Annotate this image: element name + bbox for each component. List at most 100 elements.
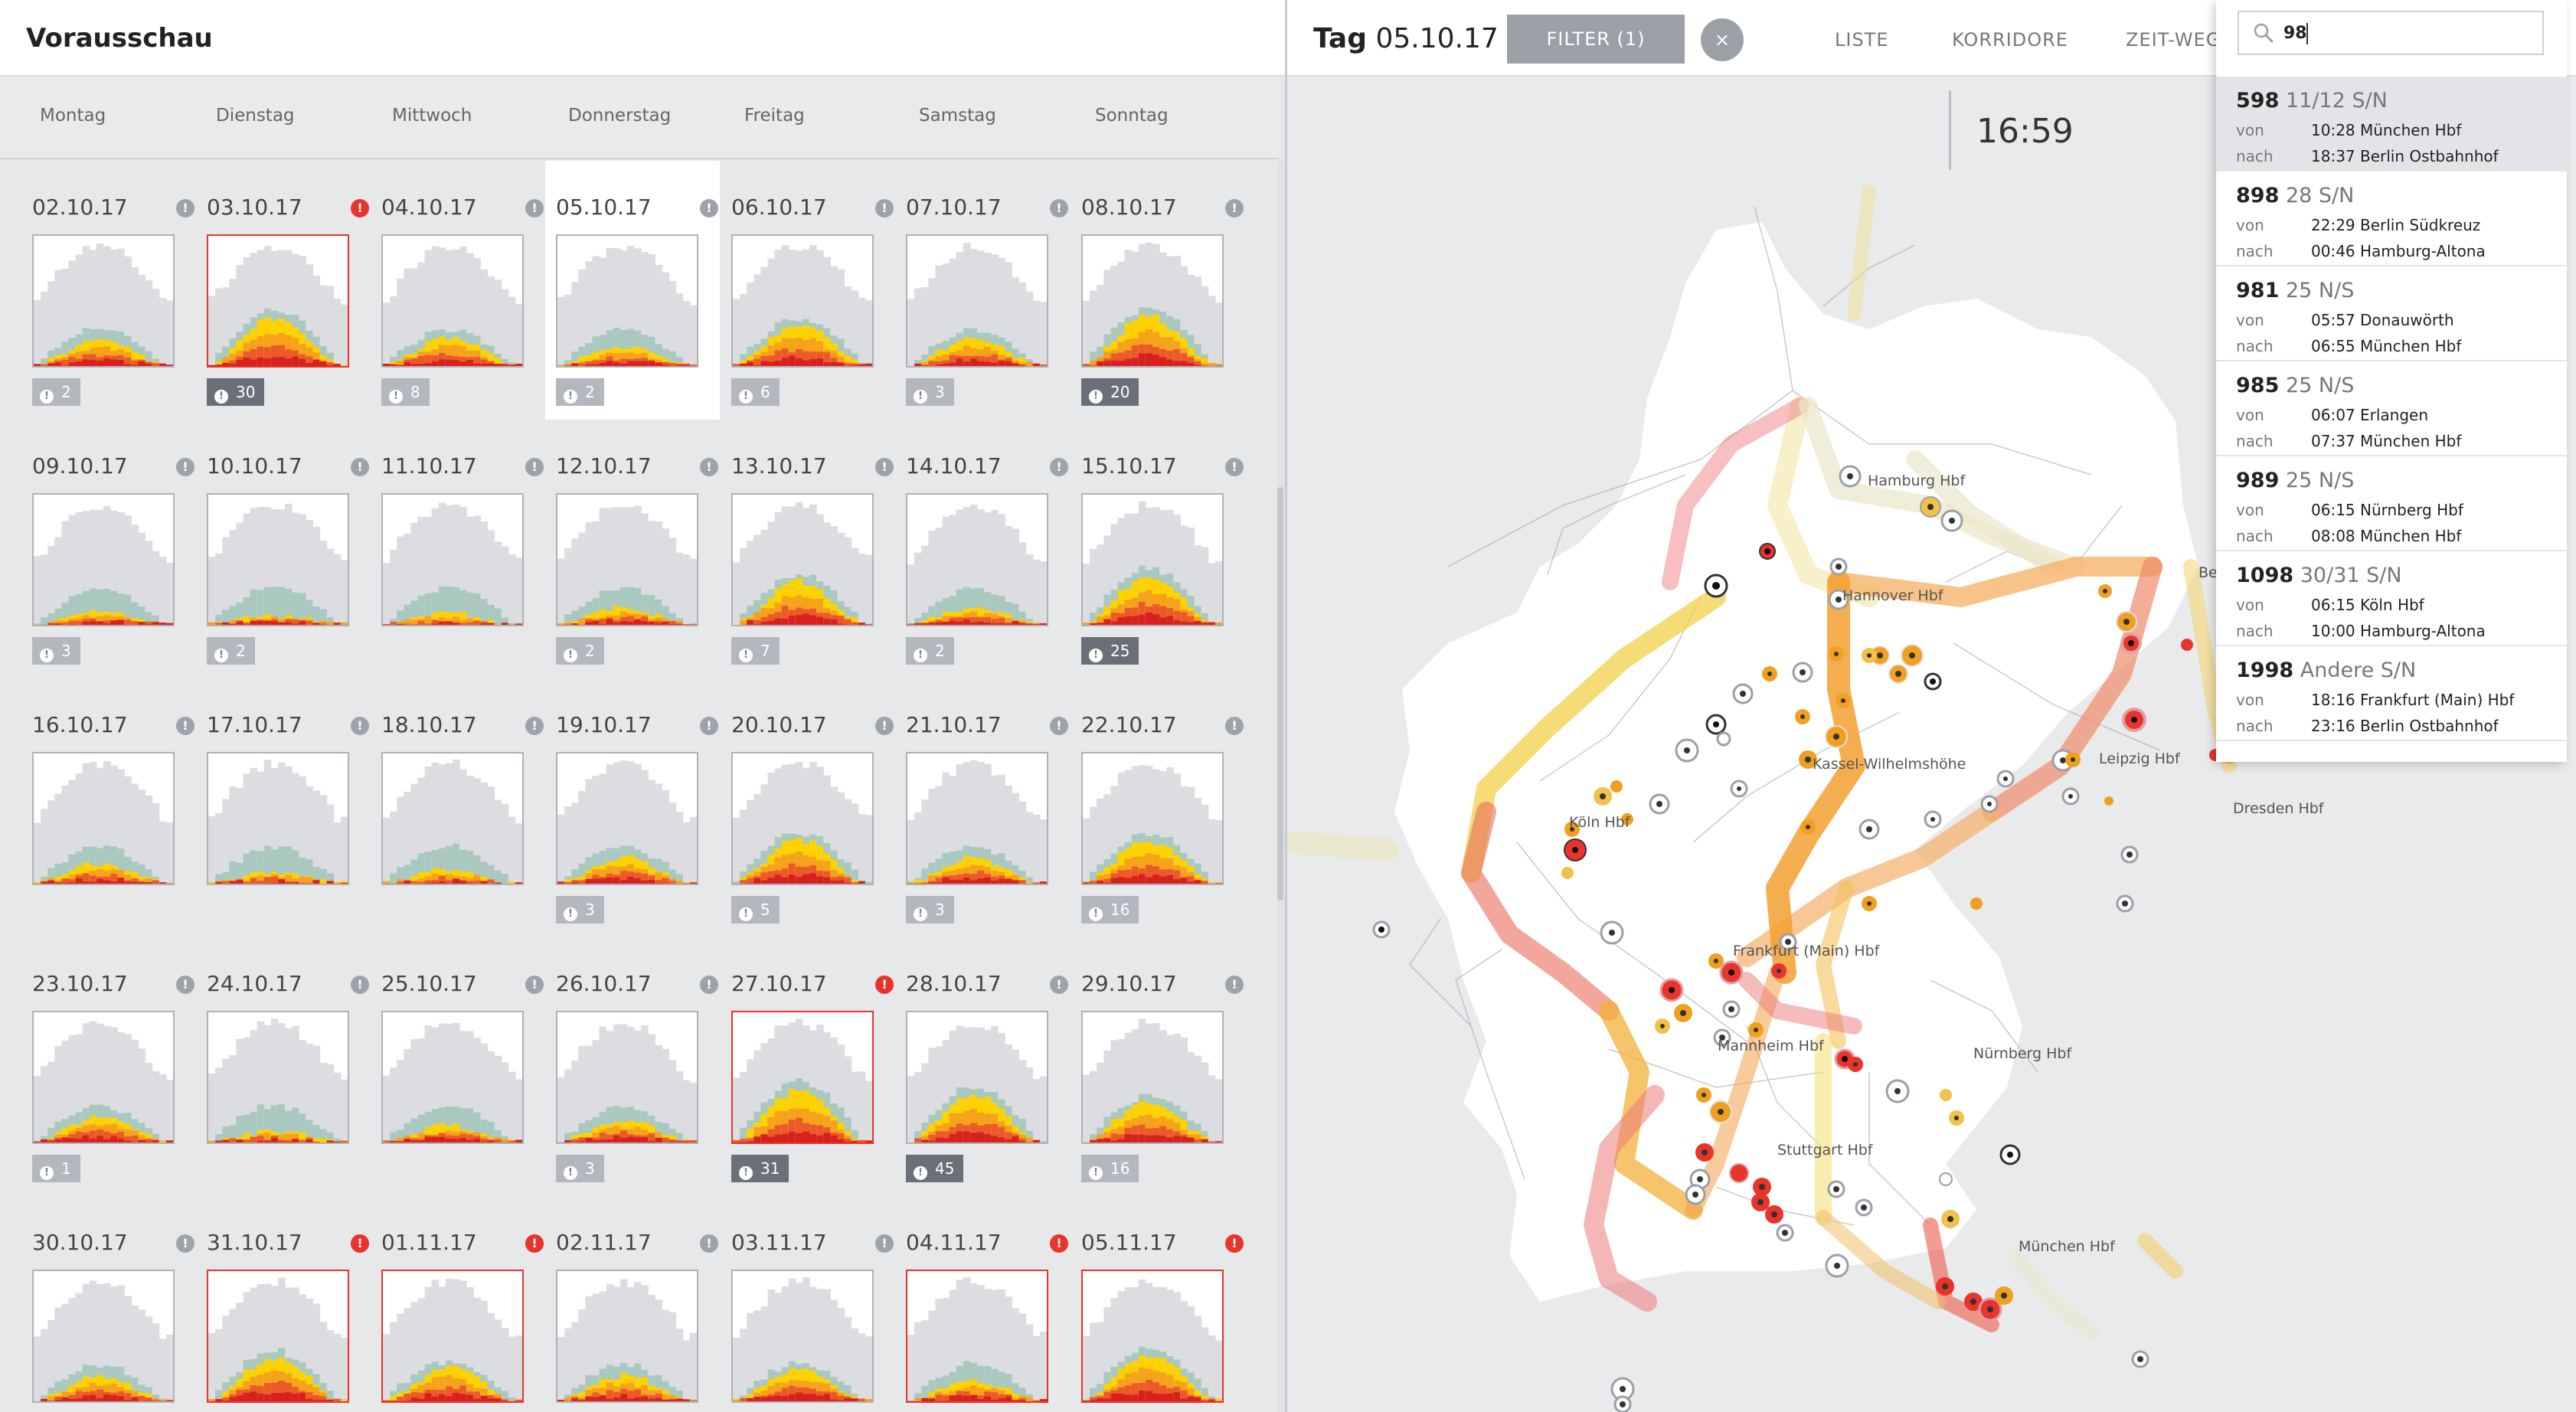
day-cell[interactable]: 16.10.17! — [21, 678, 196, 937]
day-load-chart[interactable] — [207, 752, 349, 885]
info-icon[interactable]: ! — [176, 199, 195, 217]
day-load-chart[interactable] — [906, 1011, 1048, 1144]
day-load-chart[interactable] — [32, 752, 175, 885]
day-cell[interactable]: 10.10.17!! 2 — [196, 420, 371, 678]
info-icon[interactable]: ! — [1225, 199, 1244, 217]
day-load-chart[interactable] — [32, 234, 175, 368]
day-load-chart[interactable] — [556, 234, 698, 368]
info-icon[interactable]: ! — [1050, 717, 1068, 735]
day-cell[interactable]: 04.11.17! — [895, 1196, 1070, 1412]
search-result-item[interactable]: 1998 Andere S/N von 18:16 Frankfurt (Main)… — [2216, 646, 2567, 741]
day-load-chart[interactable] — [1081, 1270, 1224, 1403]
day-cell[interactable]: 20.10.17!! 5 — [721, 678, 895, 937]
warning-count-badge[interactable]: ! 30 — [207, 378, 265, 406]
search-result-item[interactable]: 898 28 S/N von 22:29 Berlin Südkreuz nach 00… — [2216, 172, 2567, 266]
warning-count-badge[interactable]: ! 1 — [32, 1155, 80, 1182]
info-icon[interactable]: ! — [1225, 717, 1244, 735]
day-cell[interactable]: 31.10.17! — [196, 1196, 371, 1412]
day-cell[interactable]: 11.10.17! — [371, 420, 545, 678]
day-load-chart[interactable] — [207, 493, 349, 626]
alert-icon[interactable]: ! — [525, 1234, 544, 1253]
alert-icon[interactable]: ! — [351, 1234, 369, 1253]
warning-count-badge[interactable]: ! 3 — [556, 896, 604, 923]
day-load-chart[interactable] — [731, 752, 874, 885]
day-cell[interactable]: 12.10.17!! 2 — [545, 420, 720, 678]
day-cell[interactable]: 27.10.17!! 31 — [721, 937, 895, 1196]
alert-icon[interactable]: ! — [351, 199, 369, 217]
search-result-item[interactable]: 981 25 N/S von 05:57 Donauwörth nach 06:55 M… — [2216, 266, 2567, 361]
day-load-chart[interactable] — [906, 493, 1048, 626]
day-load-chart[interactable] — [1081, 234, 1224, 368]
day-load-chart[interactable] — [1081, 752, 1224, 885]
day-cell[interactable]: 08.10.17!! 20 — [1071, 161, 1245, 420]
info-icon[interactable]: ! — [176, 717, 195, 735]
day-load-chart[interactable] — [731, 234, 874, 368]
scrollbar-thumb[interactable] — [1277, 487, 1283, 900]
warning-count-badge[interactable]: ! 2 — [207, 637, 255, 665]
warning-count-badge[interactable]: ! 31 — [731, 1155, 789, 1182]
day-load-chart[interactable] — [207, 234, 349, 368]
day-cell[interactable]: 14.10.17!! 2 — [895, 420, 1070, 678]
day-cell[interactable]: 07.10.17!! 3 — [895, 161, 1070, 420]
warning-count-badge[interactable]: ! 2 — [556, 378, 604, 406]
warning-count-badge[interactable]: ! 7 — [731, 637, 780, 665]
day-cell[interactable]: 06.10.17!! 6 — [721, 161, 895, 420]
day-load-chart[interactable] — [381, 1011, 524, 1144]
day-cell[interactable]: 26.10.17!! 3 — [545, 937, 720, 1196]
day-cell[interactable]: 05.10.17!! 2 — [545, 161, 720, 420]
day-load-chart[interactable] — [32, 493, 175, 626]
info-icon[interactable]: ! — [351, 717, 369, 735]
search-result-item[interactable]: 598 11/12 S/N von 10:28 München Hbf nach 18:… — [2216, 77, 2567, 172]
info-icon[interactable]: ! — [525, 976, 544, 994]
info-icon[interactable]: ! — [700, 1234, 718, 1253]
day-cell[interactable]: 23.10.17!! 1 — [21, 937, 196, 1196]
warning-count-badge[interactable]: ! 2 — [32, 378, 80, 406]
day-load-chart[interactable] — [207, 1011, 349, 1144]
day-load-chart[interactable] — [1081, 493, 1224, 626]
day-load-chart[interactable] — [731, 1011, 874, 1144]
search-result-item[interactable]: 989 25 N/S von 06:15 Nürnberg Hbf nach 08:08… — [2216, 456, 2567, 551]
info-icon[interactable]: ! — [525, 717, 544, 735]
info-icon[interactable]: ! — [1050, 976, 1068, 994]
info-icon[interactable]: ! — [875, 199, 894, 217]
day-load-chart[interactable] — [207, 1270, 349, 1403]
info-icon[interactable]: ! — [1225, 976, 1244, 994]
info-icon[interactable]: ! — [176, 458, 195, 476]
day-load-chart[interactable] — [381, 234, 524, 368]
info-icon[interactable]: ! — [875, 458, 894, 476]
info-icon[interactable]: ! — [1050, 199, 1068, 217]
search-result-item[interactable]: 985 25 N/S von 06:07 Erlangen nach 07:37 Mün… — [2216, 361, 2567, 456]
warning-count-badge[interactable]: ! 8 — [381, 378, 430, 406]
info-icon[interactable]: ! — [700, 458, 718, 476]
day-cell[interactable]: 05.11.17! — [1071, 1196, 1245, 1412]
day-cell[interactable]: 13.10.17!! 7 — [721, 420, 895, 678]
alert-icon[interactable]: ! — [1225, 1234, 1244, 1253]
info-icon[interactable]: ! — [875, 717, 894, 735]
info-icon[interactable]: ! — [875, 1234, 894, 1253]
day-cell[interactable]: 15.10.17!! 25 — [1071, 420, 1245, 678]
day-cell[interactable]: 25.10.17! — [371, 937, 545, 1196]
train-search-input[interactable]: 98 — [2238, 11, 2544, 55]
search-result-item[interactable]: 1098 30/31 S/N von 06:15 Köln Hbf nach 10:00… — [2216, 551, 2567, 646]
warning-count-badge[interactable]: ! 45 — [906, 1155, 964, 1182]
info-icon[interactable]: ! — [1050, 458, 1068, 476]
info-icon[interactable]: ! — [525, 199, 544, 217]
day-load-chart[interactable] — [906, 1270, 1048, 1403]
info-icon[interactable]: ! — [700, 717, 718, 735]
info-icon[interactable]: ! — [525, 458, 544, 476]
clear-filter-button[interactable]: × — [1701, 18, 1744, 61]
day-cell[interactable]: 04.10.17!! 8 — [371, 161, 545, 420]
day-cell[interactable]: 30.10.17! — [21, 1196, 196, 1412]
day-cell[interactable]: 22.10.17!! 16 — [1071, 678, 1245, 937]
warning-count-badge[interactable]: ! 3 — [556, 1155, 604, 1182]
info-icon[interactable]: ! — [700, 199, 718, 217]
info-icon[interactable]: ! — [1225, 458, 1244, 476]
warning-count-badge[interactable]: ! 16 — [1081, 896, 1139, 923]
alert-icon[interactable]: ! — [1050, 1234, 1068, 1253]
day-load-chart[interactable] — [381, 493, 524, 626]
day-load-chart[interactable] — [731, 493, 874, 626]
day-load-chart[interactable] — [1081, 1011, 1224, 1144]
day-load-chart[interactable] — [556, 752, 698, 885]
day-cell[interactable]: 01.11.17! — [371, 1196, 545, 1412]
day-cell[interactable]: 21.10.17!! 3 — [895, 678, 1070, 937]
